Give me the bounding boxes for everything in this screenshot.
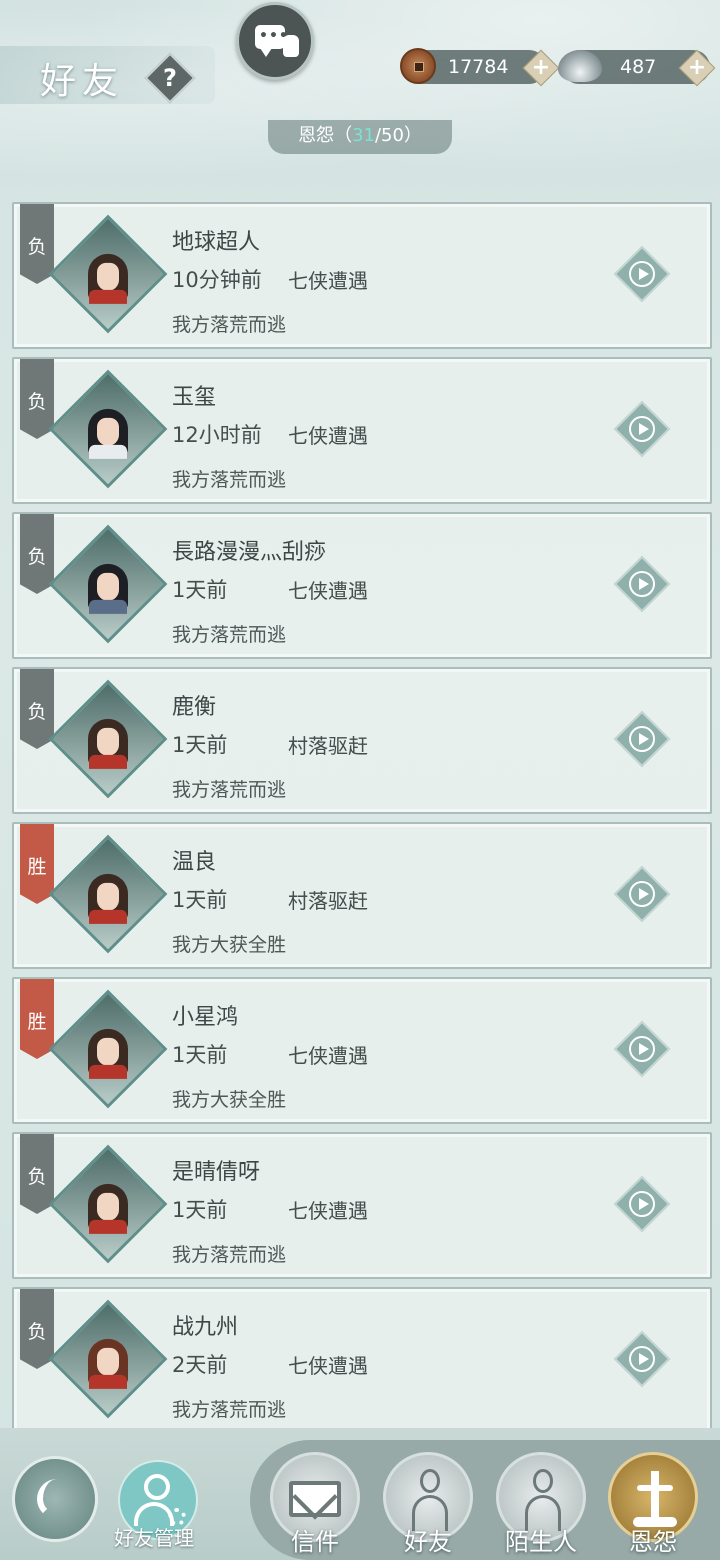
tab-friends-label: 好友 — [404, 1528, 452, 1556]
avatar[interactable] — [48, 834, 168, 954]
avatar[interactable] — [48, 214, 168, 334]
battle-result: 我方落荒而逃 — [172, 469, 287, 491]
feud-count-tab: 恩怨（31/50） — [268, 120, 452, 154]
record-time: 1天前 — [172, 1043, 228, 1067]
record-row[interactable]: 负 地球超人 10分钟前 七侠遭遇 我方落荒而逃 — [12, 202, 712, 349]
feud-icon — [631, 1471, 679, 1529]
player-name: 战九州 — [172, 1315, 239, 1340]
replay-button[interactable] — [613, 710, 671, 768]
record-row[interactable]: 胜 温良 1天前 村落驱赶 我方大获全胜 — [12, 822, 712, 969]
record-time: 2天前 — [172, 1353, 228, 1377]
silver-amount: 487 — [620, 56, 657, 78]
feud-count-max: /50 — [374, 125, 404, 146]
player-name: 温良 — [172, 850, 217, 875]
play-icon — [629, 416, 655, 442]
encounter-type: 七侠遭遇 — [288, 269, 368, 293]
record-row[interactable]: 负 战九州 2天前 七侠遭遇 我方落荒而逃 — [12, 1287, 712, 1434]
record-row[interactable]: 负 是晴倩呀 1天前 七侠遭遇 我方落荒而逃 — [12, 1132, 712, 1279]
encounter-type: 村落驱赶 — [288, 889, 368, 913]
copper-coin-icon — [400, 48, 436, 84]
character-portrait — [85, 1028, 131, 1079]
battle-result: 我方落荒而逃 — [172, 314, 287, 336]
encounter-type: 七侠遭遇 — [288, 579, 368, 603]
record-time: 12小时前 — [172, 423, 262, 447]
chat-bubble-icon: ••• — [255, 25, 288, 57]
record-time: 10分钟前 — [172, 268, 262, 292]
player-name: 長路漫漫灬刮痧 — [172, 540, 327, 565]
back-button[interactable] — [12, 1456, 98, 1542]
character-portrait — [85, 253, 131, 304]
play-icon — [629, 261, 655, 287]
encounter-type: 七侠遭遇 — [288, 1354, 368, 1378]
avatar[interactable] — [48, 1299, 168, 1419]
person-icon — [144, 1474, 170, 1500]
avatar[interactable] — [48, 524, 168, 644]
encounter-type: 村落驱赶 — [288, 734, 368, 758]
record-time: 1天前 — [172, 888, 228, 912]
replay-button[interactable] — [613, 400, 671, 458]
battle-result: 我方落荒而逃 — [172, 1244, 287, 1266]
character-portrait — [85, 1183, 131, 1234]
character-portrait — [85, 563, 131, 614]
record-row[interactable]: 胜 小星鸿 1天前 七侠遭遇 我方大获全胜 — [12, 977, 712, 1124]
help-icon: ? — [163, 64, 177, 92]
tab-strangers-label: 陌生人 — [505, 1528, 577, 1556]
envelope-icon — [289, 1481, 341, 1517]
chat-button[interactable]: ••• — [236, 2, 314, 80]
record-row[interactable]: 负 鹿衡 1天前 村落驱赶 我方落荒而逃 — [12, 667, 712, 814]
player-name: 鹿衡 — [172, 695, 217, 720]
friend-management-label: 好友管理 — [114, 1526, 194, 1550]
record-row[interactable]: 负 長路漫漫灬刮痧 1天前 七侠遭遇 我方落荒而逃 — [12, 512, 712, 659]
plus-icon: + — [531, 55, 551, 80]
feud-count-current: 31 — [352, 125, 375, 146]
character-portrait — [85, 1338, 131, 1389]
avatar[interactable] — [48, 1144, 168, 1264]
plus-icon: + — [687, 55, 707, 80]
player-name: 地球超人 — [172, 230, 261, 255]
tab-feuds-label: 恩怨 — [629, 1528, 677, 1556]
battle-result: 我方落荒而逃 — [172, 624, 287, 646]
tab-mail-label: 信件 — [291, 1528, 339, 1556]
feud-tab-label: 恩怨 — [298, 125, 335, 146]
replay-button[interactable] — [613, 1175, 671, 1233]
replay-button[interactable] — [613, 865, 671, 923]
encounter-type: 七侠遭遇 — [288, 424, 368, 448]
avatar[interactable] — [48, 989, 168, 1109]
replay-button[interactable] — [613, 1330, 671, 1388]
player-name: 是晴倩呀 — [172, 1160, 261, 1185]
record-time: 1天前 — [172, 733, 228, 757]
play-icon — [629, 571, 655, 597]
player-name: 小星鸿 — [172, 1005, 239, 1030]
silver-ingot-icon — [558, 50, 602, 82]
replay-button[interactable] — [613, 245, 671, 303]
record-row[interactable]: 负 玉玺 12小时前 七侠遭遇 我方落荒而逃 — [12, 357, 712, 504]
encounter-type: 七侠遭遇 — [288, 1199, 368, 1223]
wine-jar-icon — [283, 35, 299, 57]
avatar[interactable] — [48, 679, 168, 799]
play-icon — [629, 1346, 655, 1372]
record-time: 1天前 — [172, 578, 228, 602]
character-portrait — [85, 718, 131, 769]
back-arrow-icon — [37, 1479, 71, 1519]
encounter-type: 七侠遭遇 — [288, 1044, 368, 1068]
play-icon — [629, 881, 655, 907]
page-title: 好友 — [40, 61, 125, 102]
character-portrait — [85, 873, 131, 924]
battle-result: 我方大获全胜 — [172, 934, 287, 956]
play-icon — [629, 1036, 655, 1062]
battle-result: 我方落荒而逃 — [172, 1399, 287, 1421]
player-name: 玉玺 — [172, 385, 217, 410]
play-icon — [629, 726, 655, 752]
character-portrait — [85, 408, 131, 459]
battle-result: 我方大获全胜 — [172, 1089, 287, 1111]
record-time: 1天前 — [172, 1198, 228, 1222]
replay-button[interactable] — [613, 1020, 671, 1078]
avatar[interactable] — [48, 369, 168, 489]
battle-result: 我方落荒而逃 — [172, 779, 287, 801]
copper-amount: 17784 — [448, 56, 509, 78]
play-icon — [629, 1191, 655, 1217]
replay-button[interactable] — [613, 555, 671, 613]
